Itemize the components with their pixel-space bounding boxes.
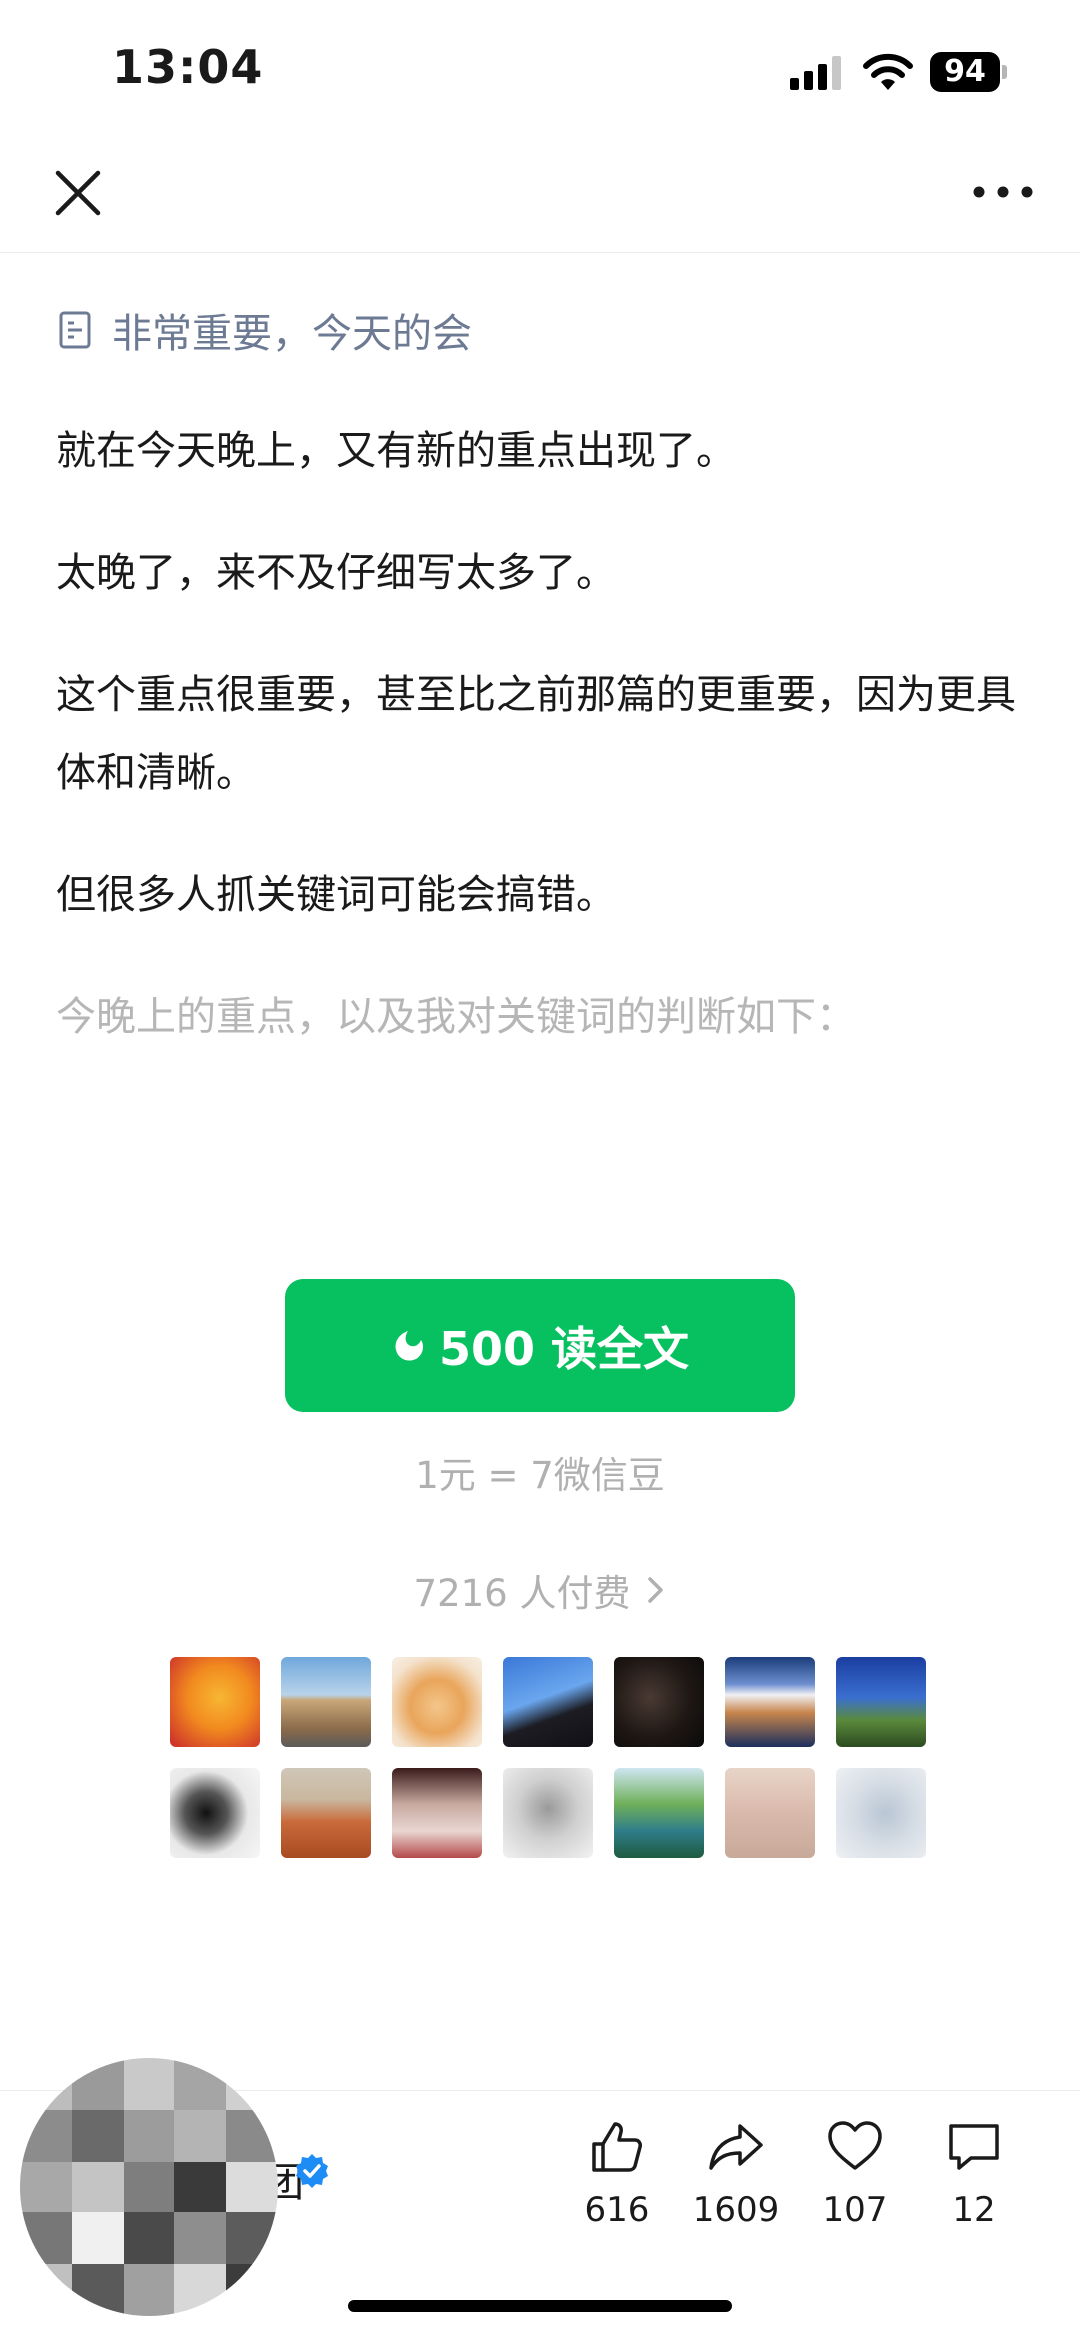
payer-avatar[interactable] <box>614 1768 704 1858</box>
share-action[interactable]: 1609 <box>681 2118 791 2230</box>
comment-icon <box>949 2124 999 2170</box>
heart-icon <box>828 2121 882 2170</box>
payer-avatar[interactable] <box>170 1768 260 1858</box>
payer-avatar[interactable] <box>392 1768 482 1858</box>
comment-count: 12 <box>952 2190 996 2230</box>
article-preview-line: 今晚上的重点，以及我对关键词的判断如下： <box>56 994 856 1040</box>
payer-avatar[interactable] <box>281 1768 371 1858</box>
share-count: 1609 <box>692 2190 780 2230</box>
battery-level: 94 <box>930 52 1000 92</box>
payer-avatar[interactable] <box>725 1657 815 1747</box>
favorite-action[interactable]: 107 <box>800 2118 910 2230</box>
like-action[interactable]: 616 <box>562 2118 672 2230</box>
payers-count: 7216 人付费 <box>413 1572 631 1615</box>
battery-tip <box>1002 65 1007 79</box>
payer-avatar[interactable] <box>836 1657 926 1747</box>
payer-avatar[interactable] <box>614 1657 704 1747</box>
article-title-row[interactable]: 非常重要，今天的会 <box>58 300 472 360</box>
article-paragraph: 太晚了，来不及仔细写太多了。 <box>56 550 616 596</box>
comment-action[interactable]: 12 <box>919 2118 1029 2230</box>
author-avatar[interactable] <box>20 2058 278 2316</box>
payer-avatar[interactable] <box>725 1768 815 1858</box>
like-count: 616 <box>584 2190 650 2230</box>
thumbs-up-icon <box>592 2122 642 2172</box>
wifi-icon <box>863 53 913 90</box>
status-bar: 13:04 94 <box>0 0 1080 140</box>
read-full-text-button[interactable]: 500 读全文 <box>285 1279 795 1412</box>
wechat-bean-icon <box>395 1330 424 1361</box>
home-indicator <box>348 2300 732 2312</box>
article-paragraph: 这个重点很重要，甚至比之前那篇的更重要，因为更具体和清晰。 <box>56 672 1016 796</box>
payer-avatar[interactable] <box>503 1768 593 1858</box>
more-icon[interactable] <box>972 180 1034 204</box>
verified-badge-icon <box>296 2154 328 2188</box>
share-icon <box>709 2124 763 2170</box>
payer-avatar[interactable] <box>392 1657 482 1747</box>
payer-avatar[interactable] <box>836 1768 926 1858</box>
payer-avatar[interactable] <box>281 1657 371 1747</box>
document-icon <box>59 311 91 349</box>
payer-avatar[interactable] <box>170 1657 260 1747</box>
read-full-text-label: 500 读全文 <box>438 1321 690 1376</box>
favorite-count: 107 <box>822 2190 888 2230</box>
exchange-rate-text: 1元 = 7微信豆 <box>415 1454 665 1497</box>
payers-link[interactable]: 7216 人付费 <box>0 1563 1080 1617</box>
nav-bar <box>0 140 1080 253</box>
status-time: 13:04 <box>112 40 264 94</box>
author-avatar-pixelated <box>20 2058 278 2316</box>
signal-icon <box>790 56 841 90</box>
payer-avatar[interactable] <box>503 1657 593 1747</box>
article-paragraph: 就在今天晚上，又有新的重点出现了。 <box>56 428 736 474</box>
battery-indicator: 94 <box>930 52 1008 92</box>
close-icon[interactable] <box>52 167 104 219</box>
article-paragraph: 但很多人抓关键词可能会搞错。 <box>56 872 616 918</box>
article-title: 非常重要，今天的会 <box>112 311 472 357</box>
chevron-right-icon <box>648 1577 664 1603</box>
